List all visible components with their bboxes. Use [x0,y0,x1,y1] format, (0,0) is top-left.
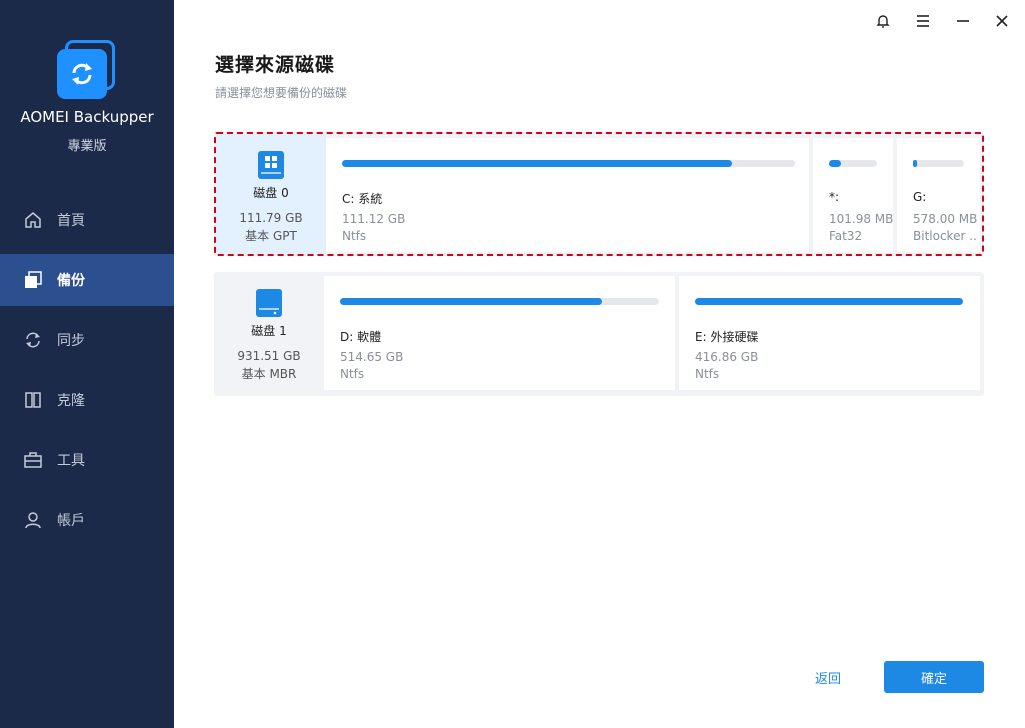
partition-size: 514.65 GB [340,350,404,364]
partition-label: D: 軟體 [340,330,382,344]
nav-label: 工具 [57,453,85,469]
partition-fs: Ntfs [695,367,720,381]
page-title: 選擇來源磁碟 [215,54,336,76]
disk-icon [256,289,282,317]
partition-label: C: 系統 [342,192,383,206]
partition-size: 111.12 GB [342,212,406,226]
partition-card[interactable]: G: 578.00 MB Bitlocker ... [897,138,980,252]
usage-bar [342,160,795,167]
partition-size: 416.86 GB [695,350,759,364]
tools-icon [23,450,43,470]
confirm-button[interactable]: 確定 [884,661,984,693]
app-name: AOMEI Backupper [20,108,154,126]
partition-card[interactable]: C: 系統 111.12 GB Ntfs [326,138,809,252]
bell-icon[interactable] [872,10,894,32]
usage-bar [829,160,877,167]
usage-bar [340,298,659,305]
disk-name: 磁盘 1 [251,324,287,338]
partition-fs: Ntfs [340,367,365,381]
close-icon[interactable] [991,10,1013,32]
app-logo-icon [57,40,117,100]
disk-info: 磁盘 1 931.51 GB 基本 MBR [214,272,324,396]
disk-size: 111.79 GB [239,211,303,225]
disk-info: 磁盘 0 111.79 GB 基本 GPT [216,134,326,254]
nav-label: 首頁 [57,213,85,229]
nav-item-clone[interactable]: 克隆 [0,374,174,426]
disk-row-1[interactable]: 磁盘 1 931.51 GB 基本 MBR D: 軟體 514.65 GB Nt… [214,272,984,396]
disk-row-0[interactable]: 磁盘 0 111.79 GB 基本 GPT C: 系統 111.12 GB Nt… [214,132,984,256]
partition-label: *: [829,190,840,204]
back-button[interactable]: 返回 [815,668,841,687]
page-subtitle: 請選擇您想要備份的磁碟 [215,86,348,100]
partition-size: 578.00 MB [913,212,978,226]
partition-fs: Fat32 [829,229,863,243]
partition-label: E: 外接硬碟 [695,330,759,344]
partition-card[interactable]: D: 軟體 514.65 GB Ntfs [324,276,675,390]
disk-type: 基本 MBR [241,367,297,381]
usage-bar [695,298,963,305]
nav-item-sync[interactable]: 同步 [0,314,174,366]
nav-label: 帳戶 [57,513,85,529]
nav-label: 克隆 [57,393,85,409]
home-icon [23,210,43,230]
nav-item-home[interactable]: 首頁 [0,194,174,246]
disk-size: 931.51 GB [237,349,301,363]
partition-size: 101.98 MB [829,212,894,226]
nav-item-account[interactable]: 帳戶 [0,494,174,546]
windows-disk-icon [258,151,284,179]
partition-fs: Ntfs [342,229,367,243]
partition-fs: Bitlocker ... [913,229,977,243]
clone-icon [23,390,43,410]
usage-bar [913,160,964,167]
nav-label: 備份 [57,273,85,289]
account-icon [23,510,43,530]
partition-label: G: [913,190,927,204]
sync-icon [23,330,43,350]
partition-card[interactable]: E: 外接硬碟 416.86 GB Ntfs [679,276,980,390]
menu-icon[interactable] [912,10,934,32]
app-edition: 專業版 [67,139,107,154]
minimize-icon[interactable] [952,10,974,32]
disk-name: 磁盘 0 [253,186,289,200]
sidebar: AOMEI Backupper 專業版 首頁 備份 同步 克隆 工具 帳戶 [0,0,174,728]
backup-icon [23,270,43,290]
disk-type: 基本 GPT [245,229,297,243]
nav-item-backup[interactable]: 備份 [0,254,174,306]
nav-item-tools[interactable]: 工具 [0,434,174,486]
nav-label: 同步 [57,333,85,349]
partition-card[interactable]: *: 101.98 MB Fat32 [813,138,893,252]
